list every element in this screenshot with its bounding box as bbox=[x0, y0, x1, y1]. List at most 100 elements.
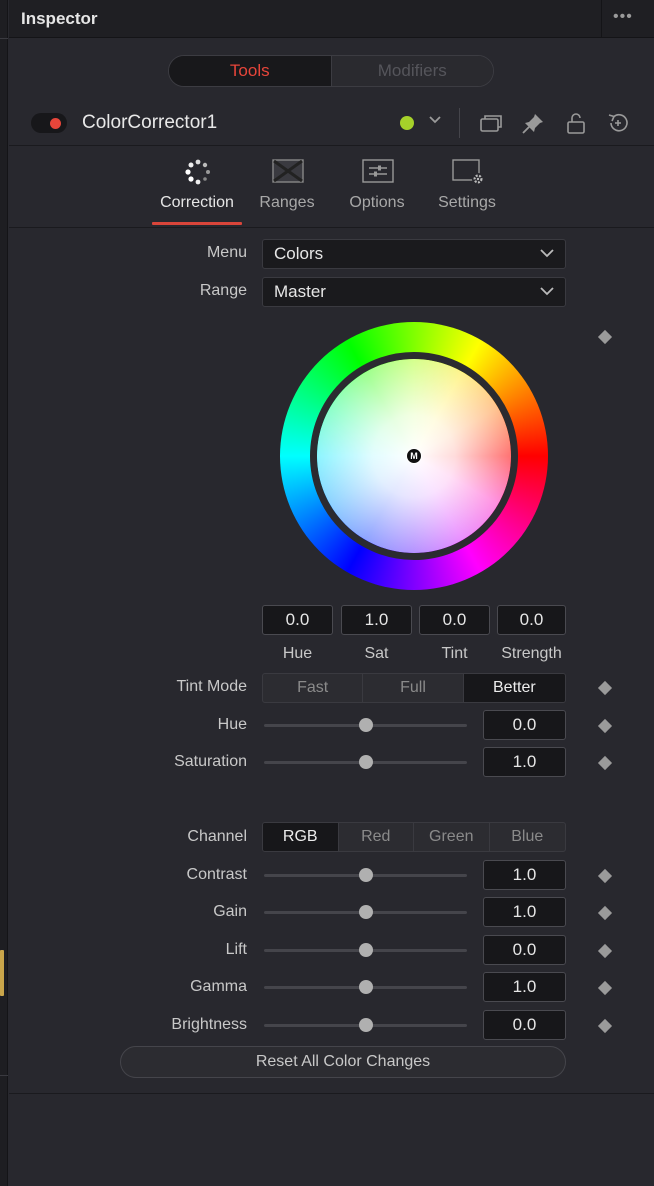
channel-blue[interactable]: Blue bbox=[490, 823, 566, 851]
tool-name: ColorCorrector1 bbox=[82, 112, 218, 133]
channel-label: Channel bbox=[187, 828, 247, 845]
keyframe-diamond-icon[interactable] bbox=[597, 329, 613, 345]
tab-correction[interactable]: Correction bbox=[150, 152, 244, 226]
tab-label: Options bbox=[349, 194, 405, 211]
sat-caption: Sat bbox=[364, 645, 389, 662]
contrast-label: Contrast bbox=[186, 866, 247, 883]
chevron-down-icon[interactable] bbox=[427, 111, 443, 132]
keyframe-diamond-icon[interactable] bbox=[597, 1018, 613, 1034]
node-color-swatch[interactable] bbox=[400, 116, 414, 130]
brightness-label: Brightness bbox=[171, 1016, 247, 1033]
keyframe-diamond-icon[interactable] bbox=[597, 680, 613, 696]
color-wheel[interactable]: M bbox=[280, 322, 548, 590]
channel-selector: RGB Red Green Blue bbox=[262, 822, 566, 852]
tint-mode-label: Tint Mode bbox=[176, 678, 247, 695]
slider-thumb[interactable] bbox=[358, 980, 373, 994]
slider-thumb[interactable] bbox=[358, 755, 373, 769]
lift-label: Lift bbox=[225, 941, 247, 958]
tab-options[interactable]: Options bbox=[330, 152, 424, 226]
keyframe-diamond-icon[interactable] bbox=[597, 905, 613, 921]
lock-icon[interactable] bbox=[564, 112, 588, 134]
keyframe-diamond-icon[interactable] bbox=[597, 868, 613, 884]
channel-green[interactable]: Green bbox=[414, 823, 490, 851]
master-handle[interactable]: M bbox=[406, 448, 422, 464]
reset-icon[interactable] bbox=[606, 112, 630, 134]
menu-value: Colors bbox=[274, 244, 324, 263]
version-icon[interactable] bbox=[479, 112, 503, 134]
tab-ranges[interactable]: Ranges bbox=[240, 152, 334, 226]
tint-mode-fast[interactable]: Fast bbox=[263, 674, 364, 702]
header-divider bbox=[601, 0, 602, 38]
channel-red[interactable]: Red bbox=[339, 823, 414, 851]
keyframe-diamond-icon[interactable] bbox=[597, 943, 613, 959]
saturation-slider[interactable] bbox=[264, 755, 467, 769]
range-dropdown[interactable]: Master bbox=[262, 277, 566, 307]
gamma-value-field[interactable]: 1.0 bbox=[483, 972, 566, 1002]
tab-tools[interactable]: Tools bbox=[169, 56, 332, 86]
saturation-label: Saturation bbox=[174, 753, 247, 770]
saturation-value-field[interactable]: 1.0 bbox=[483, 747, 566, 777]
hue-value-field[interactable]: 0.0 bbox=[483, 710, 566, 740]
left-edge-strip bbox=[0, 0, 8, 1186]
gain-slider[interactable] bbox=[264, 905, 467, 919]
menu-dropdown[interactable]: Colors bbox=[262, 239, 566, 269]
keyframe-diamond-icon[interactable] bbox=[597, 980, 613, 996]
tint-caption: Tint bbox=[441, 645, 468, 662]
tab-label: Ranges bbox=[259, 194, 315, 211]
tools-modifiers-switch: Tools Modifiers bbox=[168, 55, 494, 87]
keyframe-diamond-icon[interactable] bbox=[597, 718, 613, 734]
pin-icon[interactable] bbox=[521, 112, 545, 134]
sat-field[interactable]: 1.0 bbox=[341, 605, 412, 635]
settings-icon bbox=[452, 159, 484, 185]
panel-title: Inspector bbox=[21, 9, 98, 28]
hue-field[interactable]: 0.0 bbox=[262, 605, 333, 635]
lift-slider[interactable] bbox=[264, 943, 467, 957]
tint-mode-selector: Fast Full Better bbox=[262, 673, 566, 703]
panel-options-icon[interactable]: ••• bbox=[613, 8, 633, 26]
slider-thumb[interactable] bbox=[358, 868, 373, 882]
contrast-slider[interactable] bbox=[264, 868, 467, 882]
tool-tabs: Correction Ranges Options Settings bbox=[9, 152, 654, 228]
ranges-icon bbox=[272, 159, 304, 183]
tab-label: Correction bbox=[160, 194, 234, 211]
gain-value-field[interactable]: 1.0 bbox=[483, 897, 566, 927]
slider-thumb[interactable] bbox=[358, 905, 373, 919]
correction-icon bbox=[185, 159, 210, 185]
tint-mode-full[interactable]: Full bbox=[363, 674, 464, 702]
tool-header-row: ColorCorrector1 bbox=[9, 100, 654, 146]
contrast-value-field[interactable]: 1.0 bbox=[483, 860, 566, 890]
range-value: Master bbox=[274, 282, 326, 301]
gain-label: Gain bbox=[213, 903, 247, 920]
chevron-down-icon bbox=[540, 287, 554, 296]
tab-modifiers[interactable]: Modifiers bbox=[331, 56, 493, 86]
menu-label: Menu bbox=[206, 244, 247, 261]
slider-thumb[interactable] bbox=[358, 943, 373, 957]
strength-field[interactable]: 0.0 bbox=[497, 605, 566, 635]
hue-label: Hue bbox=[217, 716, 247, 733]
strip-divider bbox=[0, 1075, 8, 1076]
tab-label: Settings bbox=[438, 194, 496, 211]
channel-rgb[interactable]: RGB bbox=[263, 823, 339, 851]
hue-slider[interactable] bbox=[264, 718, 467, 732]
reset-all-color-changes-button[interactable]: Reset All Color Changes bbox=[120, 1046, 566, 1078]
tint-mode-better[interactable]: Better bbox=[463, 674, 565, 702]
slider-thumb[interactable] bbox=[358, 718, 373, 732]
brightness-slider[interactable] bbox=[264, 1018, 467, 1032]
keyframe-diamond-icon[interactable] bbox=[597, 755, 613, 771]
panel-divider bbox=[9, 1093, 654, 1094]
brightness-value-field[interactable]: 0.0 bbox=[483, 1010, 566, 1040]
chevron-down-icon bbox=[540, 249, 554, 258]
tint-field[interactable]: 0.0 bbox=[419, 605, 490, 635]
toolbar-divider bbox=[459, 108, 460, 138]
inspector-header: Inspector ••• bbox=[9, 0, 654, 38]
tool-enable-toggle[interactable] bbox=[31, 113, 67, 133]
strength-caption: Strength bbox=[501, 645, 562, 662]
range-label: Range bbox=[199, 282, 247, 299]
tab-settings[interactable]: Settings bbox=[420, 152, 514, 226]
strip-divider bbox=[0, 38, 8, 39]
gamma-slider[interactable] bbox=[264, 980, 467, 994]
toggle-knob bbox=[50, 118, 61, 129]
slider-thumb[interactable] bbox=[358, 1018, 373, 1032]
lift-value-field[interactable]: 0.0 bbox=[483, 935, 566, 965]
timeline-marker bbox=[0, 950, 4, 996]
